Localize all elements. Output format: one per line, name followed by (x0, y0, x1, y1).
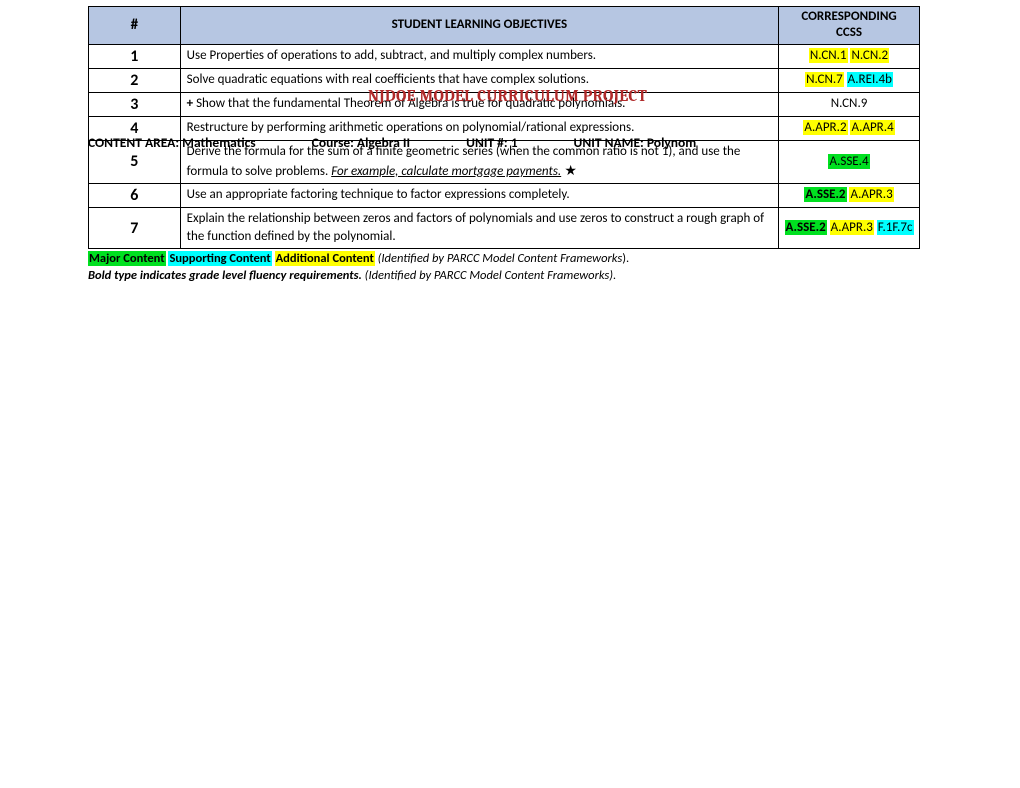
row-ccss: N.CN.9 (779, 92, 920, 116)
row-num: 1 (89, 44, 181, 68)
legend-major: Major Content (88, 251, 166, 266)
row-ccss: A.SSE.2 A.APR.3 F.1F.7c (779, 207, 920, 248)
row-ccss: N.CN.7 A.REI.4b (779, 68, 920, 92)
row-obj: Explain the relationship between zeros a… (180, 207, 778, 248)
row-ccss: N.CN.1 N.CN.2 (779, 44, 920, 68)
row-ccss: A.SSE.2 A.APR.3 (779, 183, 920, 207)
row-obj: Use an appropriate factoring technique t… (180, 183, 778, 207)
header-num: # (89, 7, 181, 45)
overlay-info-abs: CONTENT AREA: Mathematics Course: Algebr… (88, 134, 920, 151)
overlay-title-abs: NJDOE MODEL CURRICULUM PROJECT (368, 87, 647, 105)
legend-ident: (Identified by PARCC Model Content Frame… (375, 251, 622, 266)
legend-additional: Additional Content (275, 251, 375, 266)
legend-block: Major Content Supporting Content Additio… (88, 251, 1020, 285)
table-row: 1 Use Properties of operations to add, s… (89, 44, 920, 68)
objectives-table: # STUDENT LEARNING OBJECTIVES CORRESPOND… (88, 6, 920, 249)
legend-ident2: (Identified by PARCC Model Content Frame… (362, 268, 616, 283)
row-num: 7 (89, 207, 181, 248)
table-row: 7 Explain the relationship between zeros… (89, 207, 920, 248)
legend-supporting: Supporting Content (168, 251, 271, 266)
row-num: 3 (89, 92, 181, 116)
header-ccss: CORRESPONDINGCCSS (779, 7, 920, 45)
legend-bold-line: Bold type indicates grade level fluency … (88, 268, 362, 283)
row-num: 2 (89, 68, 181, 92)
row-num: 6 (89, 183, 181, 207)
header-obj: STUDENT LEARNING OBJECTIVES (180, 7, 778, 45)
row-obj: Use Properties of operations to add, sub… (180, 44, 778, 68)
table-row: 6 Use an appropriate factoring technique… (89, 183, 920, 207)
